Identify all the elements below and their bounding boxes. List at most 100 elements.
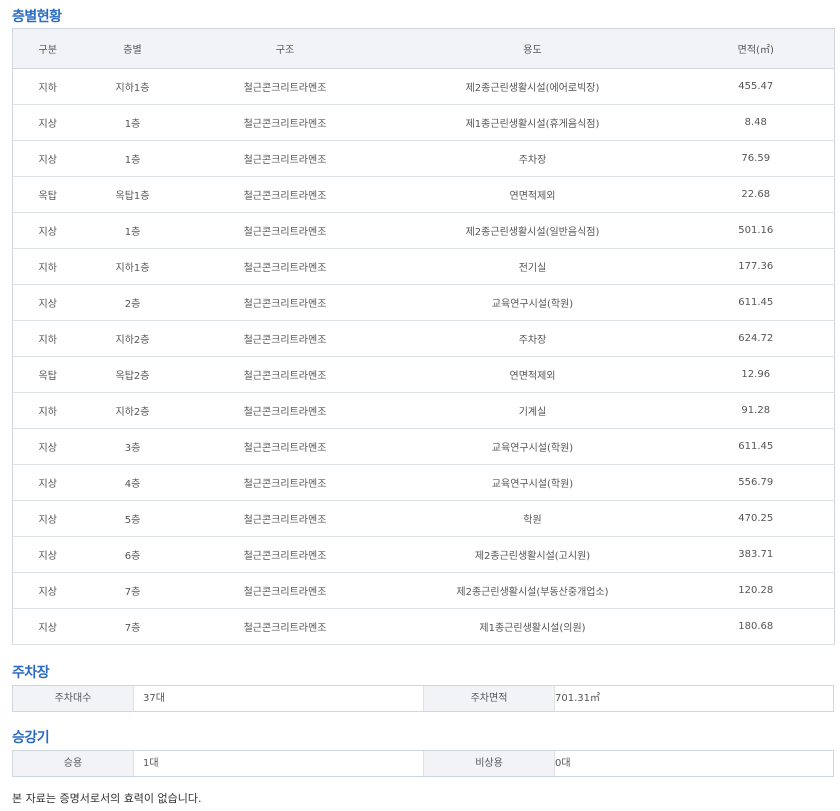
floor-cell: 7층 bbox=[82, 572, 183, 609]
usage-cell: 제2종근린생활시설(고시원) bbox=[387, 536, 678, 573]
floor-cell: 1층 bbox=[82, 212, 183, 249]
division-cell: 지상 bbox=[12, 140, 83, 177]
parking-area-label: 주차면적 bbox=[423, 686, 555, 711]
area-cell: 22.68 bbox=[677, 176, 835, 213]
table-row: 지하 지하1층 철근콘크리트라멘조 제2종근린생활시설(에어로빅장) 455.47 bbox=[12, 68, 835, 105]
area-cell: 120.28 bbox=[677, 572, 835, 609]
table-row: 지상 1층 철근콘크리트라멘조 제1종근린생활시설(휴게음식점) 8.48 bbox=[12, 104, 835, 141]
table-row: 지하 지하1층 철근콘크리트라멘조 전기실 177.36 bbox=[12, 248, 835, 285]
parking-section-title: 주차장 bbox=[12, 665, 50, 681]
area-cell: 556.79 bbox=[677, 464, 835, 501]
floor-cell: 지하1층 bbox=[82, 248, 183, 285]
elevator-section-title: 승강기 bbox=[12, 730, 50, 746]
col-header-structure: 구조 bbox=[182, 28, 388, 69]
table-row: 지상 7층 철근콘크리트라멘조 제2종근린생활시설(부동산중개업소) 120.28 bbox=[12, 572, 835, 609]
usage-cell: 제1종근린생활시설(휴게음식점) bbox=[387, 104, 678, 141]
usage-cell: 제2종근린생활시설(일반음식점) bbox=[387, 212, 678, 249]
table-row: 지상 1층 철근콘크리트라멘조 주차장 76.59 bbox=[12, 140, 835, 177]
elevator-info-box: 승용 1대 비상용 0대 bbox=[12, 750, 834, 777]
floor-cell: 옥탑2층 bbox=[82, 356, 183, 393]
floor-cell: 4층 bbox=[82, 464, 183, 501]
floor-cell: 1층 bbox=[82, 104, 183, 141]
table-row: 지상 7층 철근콘크리트라멘조 제1종근린생활시설(의원) 180.68 bbox=[12, 608, 835, 645]
floor-cell: 1층 bbox=[82, 140, 183, 177]
table-row: 지상 2층 철근콘크리트라멘조 교육연구시설(학원) 611.45 bbox=[12, 284, 835, 321]
structure-cell: 철근콘크리트라멘조 bbox=[182, 140, 388, 177]
usage-cell: 연면적제외 bbox=[387, 356, 678, 393]
area-cell: 470.25 bbox=[677, 500, 835, 537]
usage-cell: 제2종근린생활시설(에어로빅장) bbox=[387, 68, 678, 105]
floor-table: 구분 층별 구조 용도 면적(㎡) 지하 지하1층 철근콘크리트라멘조 제2종근린생활… bbox=[12, 28, 835, 645]
structure-cell: 철근콘크리트라멘조 bbox=[182, 284, 388, 321]
division-cell: 지하 bbox=[12, 392, 83, 429]
division-cell: 지하 bbox=[12, 68, 83, 105]
structure-cell: 철근콘크리트라멘조 bbox=[182, 68, 388, 105]
floor-section-title: 층별현황 bbox=[12, 9, 62, 25]
usage-cell: 제1종근린생활시설(의원) bbox=[387, 608, 678, 645]
floor-cell: 3층 bbox=[82, 428, 183, 465]
usage-cell: 주차장 bbox=[387, 320, 678, 357]
structure-cell: 철근콘크리트라멘조 bbox=[182, 248, 388, 285]
structure-cell: 철근콘크리트라멘조 bbox=[182, 104, 388, 141]
division-cell: 지하 bbox=[12, 320, 83, 357]
area-cell: 611.45 bbox=[677, 284, 835, 321]
division-cell: 지상 bbox=[12, 284, 83, 321]
elevator-emergency-value: 0대 bbox=[555, 758, 571, 769]
area-cell: 177.36 bbox=[677, 248, 835, 285]
usage-cell: 제2종근린생활시설(부동산중개업소) bbox=[387, 572, 678, 609]
elevator-passenger-label: 승용 bbox=[13, 751, 134, 776]
usage-cell: 기계실 bbox=[387, 392, 678, 429]
usage-cell: 주차장 bbox=[387, 140, 678, 177]
floor-cell: 옥탑1층 bbox=[82, 176, 183, 213]
usage-cell: 연면적제외 bbox=[387, 176, 678, 213]
structure-cell: 철근콘크리트라멘조 bbox=[182, 572, 388, 609]
structure-cell: 철근콘크리트라멘조 bbox=[182, 176, 388, 213]
structure-cell: 철근콘크리트라멘조 bbox=[182, 320, 388, 357]
building-info-page: 층별현황 구분 층별 구조 용도 면적(㎡) 지하 지하1층 철근콘크리트라멘조 제2… bbox=[0, 0, 840, 811]
floor-cell: 2층 bbox=[82, 284, 183, 321]
table-row: 지하 지하2층 철근콘크리트라멘조 기계실 91.28 bbox=[12, 392, 835, 429]
floor-table-body: 지하 지하1층 철근콘크리트라멘조 제2종근린생활시설(에어로빅장) 455.47 지상 1… bbox=[12, 68, 835, 645]
division-cell: 지상 bbox=[12, 536, 83, 573]
structure-cell: 철근콘크리트라멘조 bbox=[182, 212, 388, 249]
area-cell: 180.68 bbox=[677, 608, 835, 645]
floor-cell: 지하2층 bbox=[82, 320, 183, 357]
col-header-division: 구분 bbox=[12, 28, 83, 69]
table-row: 지상 5층 철근콘크리트라멘조 학원 470.25 bbox=[12, 500, 835, 537]
floor-cell: 7층 bbox=[82, 608, 183, 645]
structure-cell: 철근콘크리트라멘조 bbox=[182, 536, 388, 573]
table-row: 지상 1층 철근콘크리트라멘조 제2종근린생활시설(일반음식점) 501.16 bbox=[12, 212, 835, 249]
parking-count-value: 37대 bbox=[143, 693, 165, 704]
usage-cell: 교육연구시설(학원) bbox=[387, 284, 678, 321]
structure-cell: 철근콘크리트라멘조 bbox=[182, 428, 388, 465]
elevator-emergency-label: 비상용 bbox=[423, 751, 555, 776]
table-row: 옥탑 옥탑2층 철근콘크리트라멘조 연면적제외 12.96 bbox=[12, 356, 835, 393]
table-row: 지상 6층 철근콘크리트라멘조 제2종근린생활시설(고시원) 383.71 bbox=[12, 536, 835, 573]
col-header-floor: 층별 bbox=[82, 28, 183, 69]
parking-count-label: 주차대수 bbox=[13, 686, 134, 711]
area-cell: 455.47 bbox=[677, 68, 835, 105]
area-cell: 624.72 bbox=[677, 320, 835, 357]
table-row: 지상 4층 철근콘크리트라멘조 교육연구시설(학원) 556.79 bbox=[12, 464, 835, 501]
division-cell: 지상 bbox=[12, 608, 83, 645]
usage-cell: 학원 bbox=[387, 500, 678, 537]
floor-cell: 5층 bbox=[82, 500, 183, 537]
table-row: 지하 지하2층 철근콘크리트라멘조 주차장 624.72 bbox=[12, 320, 835, 357]
structure-cell: 철근콘크리트라멘조 bbox=[182, 356, 388, 393]
structure-cell: 철근콘크리트라멘조 bbox=[182, 500, 388, 537]
division-cell: 지하 bbox=[12, 248, 83, 285]
floor-cell: 지하2층 bbox=[82, 392, 183, 429]
col-header-usage: 용도 bbox=[387, 28, 678, 69]
division-cell: 옥탑 bbox=[12, 176, 83, 213]
usage-cell: 교육연구시설(학원) bbox=[387, 464, 678, 501]
col-header-area: 면적(㎡) bbox=[677, 28, 835, 69]
area-cell: 501.16 bbox=[677, 212, 835, 249]
usage-cell: 전기실 bbox=[387, 248, 678, 285]
area-cell: 383.71 bbox=[677, 536, 835, 573]
table-row: 지상 3층 철근콘크리트라멘조 교육연구시설(학원) 611.45 bbox=[12, 428, 835, 465]
floor-table-header: 구분 층별 구조 용도 면적(㎡) bbox=[12, 28, 835, 69]
division-cell: 옥탑 bbox=[12, 356, 83, 393]
area-cell: 8.48 bbox=[677, 104, 835, 141]
area-cell: 76.59 bbox=[677, 140, 835, 177]
table-row: 옥탑 옥탑1층 철근콘크리트라멘조 연면적제외 22.68 bbox=[12, 176, 835, 213]
